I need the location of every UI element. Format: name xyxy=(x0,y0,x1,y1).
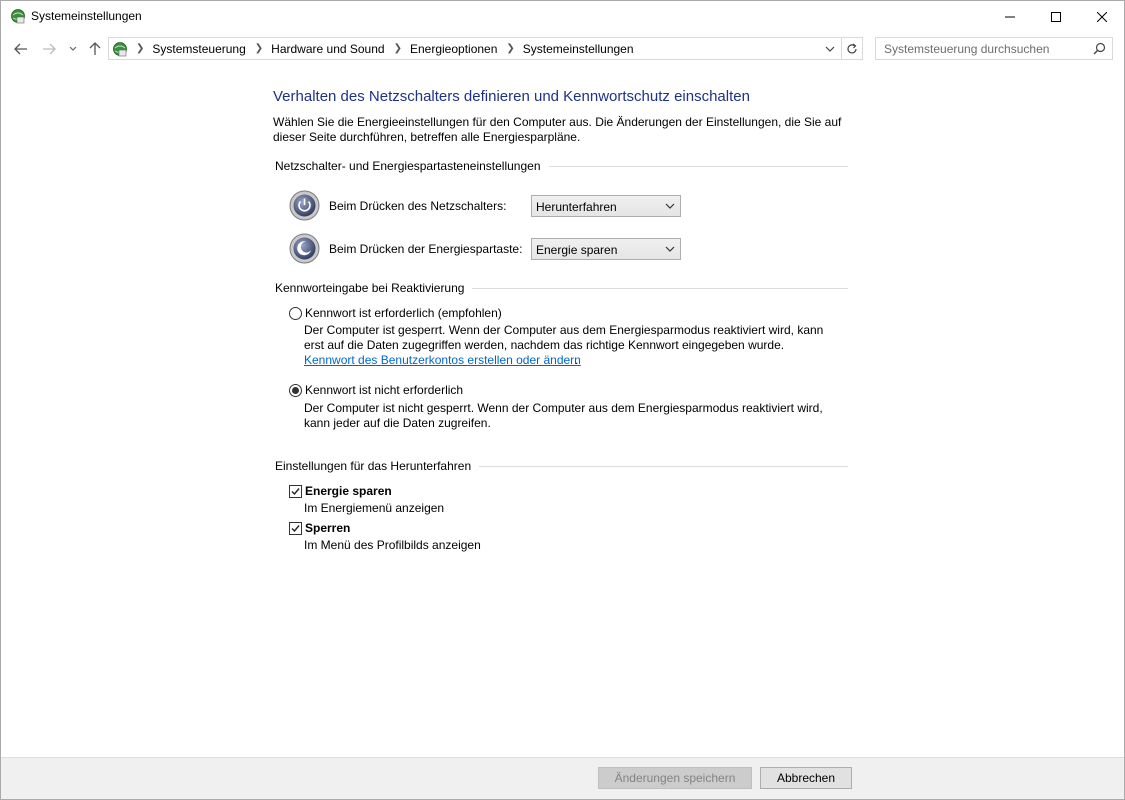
search-box xyxy=(875,37,1113,60)
power-button-icon xyxy=(289,190,320,221)
control-panel-icon xyxy=(11,9,25,24)
divider xyxy=(472,287,848,289)
section-heading-password: Kennworteingabe bei Reaktivierung xyxy=(275,281,848,295)
checkmark-icon xyxy=(291,525,300,533)
chevron-down-icon xyxy=(665,246,675,252)
sleep-menu-description: Im Energiemenü anzeigen xyxy=(304,501,445,515)
page-title: Verhalten des Netzschalters definieren u… xyxy=(273,88,750,105)
address-dropdown-button[interactable] xyxy=(823,41,837,57)
password-not-required-description: Der Computer ist nicht gesperrt. Wenn de… xyxy=(304,401,823,430)
back-button[interactable] xyxy=(10,38,32,60)
breadcrumb-item[interactable]: Energieoptionen xyxy=(410,42,497,56)
breadcrumb: ❯ Systemsteuerung ❯ Hardware und Sound ❯… xyxy=(133,38,640,59)
breadcrumb-item[interactable]: Systemeinstellungen xyxy=(523,42,634,56)
password-required-radio[interactable] xyxy=(289,307,302,320)
password-required-description: Der Computer ist gesperrt. Wenn der Comp… xyxy=(304,323,824,352)
save-changes-button[interactable]: Änderungen speichern xyxy=(598,767,752,789)
chevron-down-icon xyxy=(69,46,77,51)
select-value: Energie sparen xyxy=(536,243,618,257)
select-value: Herunterfahren xyxy=(536,200,617,214)
chevron-right-icon[interactable]: ❯ xyxy=(394,43,402,54)
chevron-right-icon[interactable]: ❯ xyxy=(506,43,514,54)
chevron-right-icon: ❯ xyxy=(136,43,145,54)
close-button[interactable] xyxy=(1079,1,1125,32)
chevron-right-icon[interactable]: ❯ xyxy=(255,43,263,54)
sleep-menu-checkbox[interactable] xyxy=(289,485,302,498)
search-icon[interactable] xyxy=(1093,42,1106,55)
checkmark-icon xyxy=(291,488,300,496)
refresh-icon xyxy=(847,43,857,53)
divider xyxy=(548,165,848,167)
address-bar[interactable]: ❯ Systemsteuerung ❯ Hardware und Sound ❯… xyxy=(108,37,842,60)
breadcrumb-item[interactable]: Hardware und Sound xyxy=(271,42,384,56)
cancel-button[interactable]: Abbrechen xyxy=(760,767,852,789)
section-heading-buttons: Netzschalter- und Energiespartasteneinst… xyxy=(275,159,848,173)
sleep-menu-label[interactable]: Energie sparen xyxy=(305,484,392,498)
footer-bar xyxy=(1,757,1124,799)
maximize-button[interactable] xyxy=(1033,1,1079,32)
minimize-icon xyxy=(1005,16,1015,17)
breadcrumb-item[interactable]: Systemsteuerung xyxy=(152,42,245,56)
lock-menu-label[interactable]: Sperren xyxy=(305,521,350,535)
lock-menu-description: Im Menü des Profilbilds anzeigen xyxy=(304,538,481,552)
link-suffix: . xyxy=(575,353,579,367)
sleep-button-icon xyxy=(289,233,320,264)
password-not-required-label[interactable]: Kennwort ist nicht erforderlich xyxy=(305,383,463,397)
refresh-button[interactable] xyxy=(842,37,863,60)
page-intro: Wählen Sie die Energieeinstellungen für … xyxy=(273,115,842,144)
sleep-button-action-select[interactable]: Energie sparen xyxy=(531,238,681,260)
up-button[interactable] xyxy=(84,38,106,60)
arrow-right-icon xyxy=(43,43,56,55)
window-title: Systemeinstellungen xyxy=(31,9,142,23)
close-icon xyxy=(1097,11,1107,22)
window: Systemeinstellungen ❯ Systemsteuerung ❯ xyxy=(0,0,1125,800)
arrow-up-icon xyxy=(89,42,101,55)
control-panel-icon xyxy=(113,42,127,57)
search-input[interactable] xyxy=(876,38,1086,59)
password-required-label[interactable]: Kennwort ist erforderlich (empfohlen) xyxy=(305,306,502,320)
forward-button[interactable] xyxy=(38,38,60,60)
change-password-link[interactable]: Kennwort des Benutzerkontos erstellen od… xyxy=(304,353,581,367)
title-bar[interactable]: Systemeinstellungen xyxy=(1,1,1124,32)
power-button-label: Beim Drücken des Netzschalters: xyxy=(329,199,507,213)
minimize-button[interactable] xyxy=(987,1,1033,32)
recent-locations-button[interactable] xyxy=(64,38,82,60)
maximize-icon xyxy=(1051,11,1061,22)
divider xyxy=(479,465,848,467)
lock-menu-checkbox[interactable] xyxy=(289,522,302,535)
section-heading-shutdown: Einstellungen für das Herunterfahren xyxy=(275,459,848,473)
password-not-required-radio[interactable] xyxy=(289,384,302,397)
arrow-left-icon xyxy=(14,43,27,55)
sleep-button-label: Beim Drücken der Energiespartaste: xyxy=(329,242,523,256)
chevron-down-icon xyxy=(825,46,835,52)
power-button-action-select[interactable]: Herunterfahren xyxy=(531,195,681,217)
chevron-down-icon xyxy=(665,203,675,209)
